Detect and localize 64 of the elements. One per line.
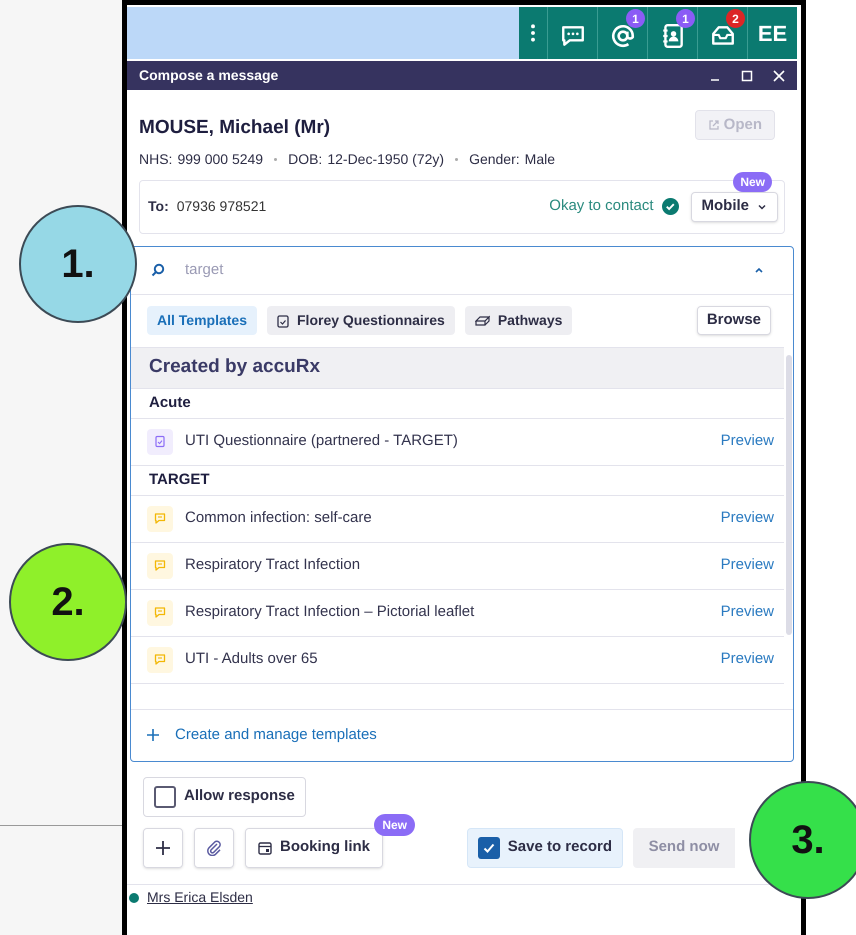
check-circle-icon	[662, 198, 678, 215]
phone-number: 07936 978521	[176, 197, 266, 216]
filter-tab[interactable]: Florey Questionnaires	[267, 306, 455, 335]
booking-link-button[interactable]: Booking link	[245, 828, 383, 868]
browse-button[interactable]: Browse	[696, 306, 771, 335]
filter-tab[interactable]: All Templates	[147, 306, 257, 335]
message-icon	[147, 646, 173, 672]
clipboard-icon	[147, 428, 173, 454]
allow-response-checkbox[interactable]: Allow response	[143, 776, 306, 816]
stacked-cards-icon	[474, 314, 490, 326]
message-icon	[147, 552, 173, 578]
template-row[interactable]: Respiratory Tract Infection – Pictorial leaflet Preview	[131, 590, 784, 636]
chat-icon[interactable]	[560, 23, 586, 49]
field-label: NHS:	[139, 150, 172, 168]
preview-link[interactable]: Preview	[720, 601, 774, 624]
template-row[interactable]: Common infection: self-care Preview	[131, 496, 784, 542]
field-value: 12-Dec-1950 (72y)	[327, 150, 444, 169]
preview-link[interactable]: Preview	[720, 430, 774, 453]
clipboard-icon	[277, 314, 289, 328]
search-icon	[151, 263, 165, 277]
patient-name: MOUSE, Michael (Mr)	[139, 116, 330, 140]
preview-link[interactable]: Preview	[720, 554, 774, 577]
template-row[interactable]: UTI - Adults over 65 Preview	[131, 636, 784, 684]
new-badge: New	[374, 814, 415, 836]
field-label: Gender:	[469, 150, 520, 168]
group-heading: TARGET	[149, 470, 210, 490]
channel-dropdown[interactable]: Mobile	[690, 192, 778, 222]
save-to-record-checkbox[interactable]: Save to record	[466, 828, 623, 868]
count-badge: 1	[626, 9, 645, 28]
template-row[interactable]: UTI Questionnaire (partnered - TARGET) Preview	[131, 418, 784, 466]
window-title: Compose a message	[139, 66, 278, 85]
create-templates-link[interactable]: Create and manage templates	[147, 724, 377, 746]
attach-button[interactable]	[194, 828, 234, 868]
field-label: DOB:	[288, 150, 322, 168]
at-sign-icon[interactable]	[610, 23, 636, 49]
filter-tab[interactable]: Pathways	[464, 306, 572, 335]
user-initials[interactable]: EE	[758, 16, 788, 50]
count-badge: 1	[676, 9, 695, 28]
add-button[interactable]	[143, 828, 183, 868]
search-field[interactable]: target	[185, 258, 753, 282]
scrollbar[interactable]	[786, 354, 792, 634]
count-badge: 2	[726, 9, 745, 28]
new-badge: New	[733, 172, 772, 192]
message-icon	[147, 506, 173, 532]
field-value: 999 000 5249	[177, 150, 264, 168]
close-icon[interactable]	[773, 70, 785, 82]
to-label: To:	[148, 197, 169, 216]
contact-status: Okay to contact	[549, 196, 654, 216]
template-row[interactable]: Respiratory Tract Infection Preview	[131, 542, 784, 590]
preview-link[interactable]: Preview	[720, 507, 774, 530]
plus-icon	[147, 729, 159, 741]
message-icon	[147, 600, 173, 626]
external-link-icon	[708, 119, 720, 131]
field-value: Male	[524, 150, 556, 168]
group-heading: Acute	[149, 392, 191, 413]
preview-link[interactable]: Preview	[720, 648, 774, 671]
plus-icon	[156, 840, 170, 854]
paperclip-icon	[206, 840, 222, 856]
checkbox[interactable]	[478, 836, 500, 858]
section-heading: Created by accuRx	[149, 355, 320, 380]
checkbox[interactable]	[154, 786, 176, 808]
user-link[interactable]: Mrs Erica Elsden	[147, 887, 253, 908]
maximize-icon[interactable]	[741, 70, 753, 82]
calendar-icon	[258, 840, 272, 854]
